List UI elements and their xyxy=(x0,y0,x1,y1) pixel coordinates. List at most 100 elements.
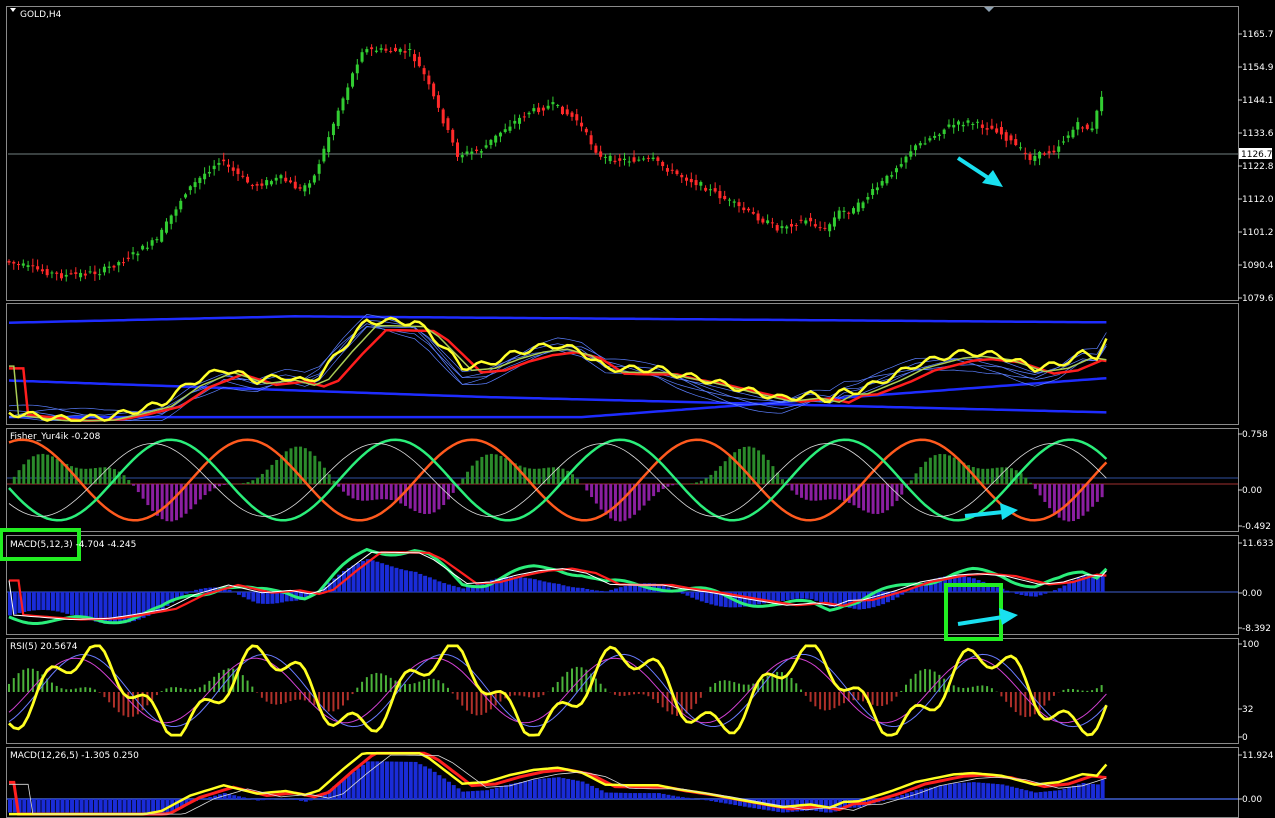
macd-fast-histogram-bar xyxy=(814,592,819,601)
rsi-histogram-bar xyxy=(155,692,158,696)
price-panel[interactable]: GOLD,H4 1165.71154.91144.11133.61122.811… xyxy=(7,7,1274,304)
fisher-histogram-bar xyxy=(174,484,178,521)
candle-body xyxy=(136,253,140,256)
rsi-histogram-bar xyxy=(1067,688,1070,692)
rsi-panel[interactable]: RSI(5) 20.5674 100 32 0 xyxy=(8,640,1259,743)
macd-fast-histogram-bar xyxy=(451,585,456,592)
rsi-histogram-bar xyxy=(518,692,521,696)
candle-body xyxy=(751,211,755,214)
rsi-histogram-bar xyxy=(623,692,626,696)
candle-body xyxy=(847,212,851,214)
rsi-histogram-bar xyxy=(900,690,903,692)
macd-slow-histogram-bar xyxy=(680,797,685,799)
candle-body xyxy=(155,239,159,241)
rsi-histogram-bar xyxy=(685,692,688,714)
macd-slow-histogram-bar xyxy=(962,782,967,799)
candle-body xyxy=(494,135,498,143)
fisher-histogram-bar xyxy=(132,484,136,486)
fisher-histogram-bar xyxy=(900,484,904,495)
macd-fast-histogram-bar xyxy=(194,589,199,592)
candle-body xyxy=(1014,139,1018,146)
fisher-histogram-bar xyxy=(251,480,255,484)
fisher-histogram-bar xyxy=(437,484,441,510)
rsi-histogram-bar xyxy=(618,692,621,696)
macd-slow-histogram-bar xyxy=(919,789,924,799)
chart-window[interactable]: GOLD,H4 1165.71154.91144.11133.61122.811… xyxy=(0,0,1275,818)
macd-fast-histogram-bar xyxy=(46,592,51,611)
fisher-histogram-bar xyxy=(442,484,446,506)
macd-slow-histogram-bar xyxy=(890,798,895,799)
candle-body xyxy=(999,127,1003,135)
fisher-histogram-bar xyxy=(122,475,126,484)
fisher-histogram-bar xyxy=(742,446,746,484)
fisher-histogram-bar xyxy=(55,458,59,484)
candle-body xyxy=(102,266,106,273)
fisher-histogram-bar xyxy=(327,474,331,484)
dropdown-triangle-icon[interactable] xyxy=(10,8,16,12)
macd-slow-histogram-bar xyxy=(413,761,418,799)
fisher-histogram-bar xyxy=(427,484,431,514)
macd-fast-histogram-bar xyxy=(628,584,633,592)
fisher-histogram-bar xyxy=(723,461,727,484)
rsi-histogram-bar xyxy=(1086,690,1089,692)
macd-slow-histogram-bar xyxy=(532,779,537,799)
macd-slow-histogram-bar xyxy=(618,792,623,799)
fisher-panel[interactable]: Fisher_Yur4ik -0.208 0.7580.00-0.492 xyxy=(7,430,1271,532)
rsi-axis: 100 32 0 xyxy=(1238,640,1259,743)
candle-body xyxy=(513,120,517,124)
rsi-histogram-bar xyxy=(22,669,25,692)
candle-body xyxy=(861,202,865,209)
candle-body xyxy=(331,123,335,136)
ma-ribbon-panel[interactable] xyxy=(8,314,1108,422)
macd-fast-panel[interactable]: MACD(5,12,3) -4.704 -4.245 11.633 0.00 -8.… xyxy=(0,528,1274,641)
candle-body xyxy=(174,209,178,216)
rsi-histogram-bar xyxy=(523,692,526,697)
macd-fast-histogram-bar xyxy=(1052,590,1057,592)
fisher-histogram-bar xyxy=(485,454,489,484)
rsi-histogram-bar xyxy=(1019,692,1022,716)
candle-body xyxy=(603,156,607,158)
candle-body xyxy=(212,165,216,170)
rsi-histogram-bar xyxy=(74,688,77,692)
fisher-histogram-bar xyxy=(1000,467,1004,484)
chart-shift-marker-icon[interactable] xyxy=(984,7,994,12)
macd-slow-histogram-bar xyxy=(55,799,60,813)
macd-fast-histogram-bar xyxy=(575,587,580,592)
macd-slow-panel[interactable]: MACD(12,26,5) -1.305 0.250 11.924 0.00 xyxy=(7,751,1274,816)
candle-body xyxy=(145,247,149,249)
candle-body xyxy=(150,240,154,246)
fisher-histogram-bar xyxy=(256,477,260,484)
macd-slow-histogram-bar xyxy=(494,787,499,799)
candle-body xyxy=(775,225,779,231)
rsi-histogram-bar xyxy=(780,672,783,692)
candle-body xyxy=(322,148,326,162)
macd-fast-histogram-bar xyxy=(1067,582,1072,592)
rsi-histogram-bar xyxy=(203,684,206,692)
candle-body xyxy=(1057,146,1061,152)
fisher-histogram-bar xyxy=(862,484,866,511)
candle-body xyxy=(890,175,894,177)
macd-fast-histogram-bar xyxy=(800,592,805,599)
rsi-histogram-bar xyxy=(246,680,249,692)
fisher-histogram-bar xyxy=(866,484,870,513)
rsi-histogram-bar xyxy=(962,687,965,692)
rsi-histogram-bar xyxy=(112,692,115,708)
price-down-arrow xyxy=(956,156,1003,187)
candle-body xyxy=(1042,153,1046,155)
fisher-histogram-bar xyxy=(470,465,474,484)
macd-slow-histogram-bar xyxy=(1038,792,1043,799)
candle-body xyxy=(12,261,16,264)
fisher-histogram-bar xyxy=(804,484,808,500)
macd-fast-histogram-bar xyxy=(41,592,46,610)
rsi-histogram-bar xyxy=(432,678,435,692)
rsi-histogram-bar xyxy=(408,684,411,692)
macd-fast-histogram-bar xyxy=(370,560,375,592)
macd-fast-histogram-bar xyxy=(70,592,75,615)
macd-fast-histogram-bar xyxy=(780,592,785,601)
macd-fast-histogram-bar xyxy=(265,592,270,604)
macd-fast-histogram-bar xyxy=(389,566,394,592)
macd-fast-histogram-bar xyxy=(189,591,194,592)
macd-fast-histogram-bar xyxy=(89,592,94,621)
macd-slow-histogram-bar xyxy=(699,799,704,800)
rsi-histogram-bar xyxy=(1005,692,1008,702)
